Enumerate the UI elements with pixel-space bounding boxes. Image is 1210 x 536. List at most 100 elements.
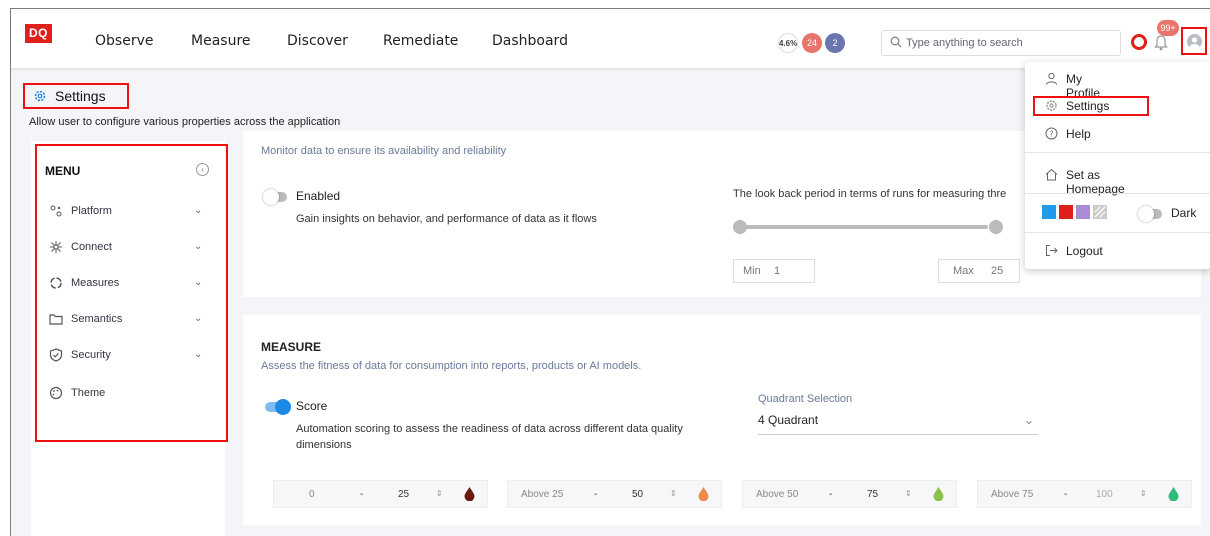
nav-remediate[interactable]: Remediate — [383, 33, 458, 49]
palette-icon — [49, 386, 63, 400]
score-label: Score — [296, 399, 328, 413]
range-low: Above 25 — [521, 489, 564, 500]
drop-icon — [933, 487, 944, 501]
sidebar-item-theme[interactable]: Theme — [49, 384, 214, 404]
gear-icon — [34, 90, 46, 102]
sidebar-item-label: Theme — [71, 387, 106, 399]
menu-divider — [1025, 232, 1210, 233]
sidebar-item-label: Measures — [71, 277, 120, 289]
menu-divider — [1025, 152, 1210, 153]
nav-discover[interactable]: Discover — [287, 33, 348, 49]
settings-menu: MENU ‹ Platform ⌄ Connect ⌄ Measures ⌄ S… — [35, 144, 228, 442]
chevron-down-icon: ⌄ — [194, 313, 203, 324]
sidebar-item-connect[interactable]: Connect ⌄ — [49, 238, 214, 258]
user-icon — [1189, 37, 1200, 49]
range-row-3[interactable]: Above 50 - 75 ⇕ — [742, 480, 957, 508]
lookback-slider-max-handle[interactable] — [989, 220, 1003, 234]
drop-icon — [464, 487, 475, 501]
score-percent-chip[interactable]: 4.6% — [778, 33, 798, 53]
stepper-icon[interactable]: ⇕ — [905, 489, 912, 498]
chevron-down-icon: ⌄ — [194, 349, 203, 360]
max-label: Max — [953, 265, 974, 277]
enabled-description: Gain insights on behavior, and performan… — [296, 213, 597, 225]
gear-icon — [1046, 100, 1057, 111]
range-dash: - — [360, 489, 364, 500]
assistant-icon[interactable] — [1131, 34, 1147, 50]
chevron-down-icon: ⌄ — [194, 205, 203, 216]
range-high: 75 — [867, 489, 879, 500]
measure-description: Assess the fitness of data for consumpti… — [261, 360, 642, 372]
range-row-4[interactable]: Above 75 - 100 ⇕ — [977, 480, 1192, 508]
lookback-slider-track[interactable] — [738, 225, 988, 229]
measures-icon — [50, 277, 62, 289]
bell-icon[interactable] — [1154, 33, 1168, 51]
range-low: 0 — [309, 489, 315, 500]
drop-icon — [1168, 487, 1179, 501]
sidebar-item-security[interactable]: Security ⌄ — [49, 346, 214, 366]
theme-swatch-red[interactable] — [1059, 205, 1073, 219]
range-dash: - — [829, 489, 833, 500]
page-subtitle: Allow user to configure various properti… — [29, 116, 341, 128]
page-title-box: Settings — [23, 83, 129, 109]
max-field[interactable]: Max 25 — [938, 259, 1020, 283]
score-toggle[interactable] — [265, 399, 291, 415]
sidebar-item-measures[interactable]: Measures ⌄ — [49, 274, 214, 294]
chevron-down-icon: ⌄ — [194, 241, 203, 252]
dq-logo[interactable]: DQ — [25, 24, 52, 43]
min-label: Min — [743, 265, 761, 277]
range-row-2[interactable]: Above 25 - 50 ⇕ — [507, 480, 722, 508]
svg-text:?: ? — [1049, 130, 1053, 139]
theme-swatch-blue[interactable] — [1042, 205, 1056, 219]
dark-mode-toggle[interactable] — [1138, 206, 1162, 222]
chevron-down-icon: ⌄ — [194, 277, 203, 288]
pattern-icon — [1094, 206, 1106, 218]
min-field[interactable]: Min 1 — [733, 259, 815, 283]
global-search[interactable] — [881, 30, 1121, 56]
user-avatar-button[interactable] — [1181, 27, 1207, 55]
nav-measure[interactable]: Measure — [191, 33, 251, 49]
range-row-1[interactable]: 0 - 25 ⇕ — [273, 480, 488, 508]
search-icon — [890, 36, 902, 48]
nav-observe[interactable]: Observe — [95, 33, 153, 49]
stepper-icon[interactable]: ⇕ — [436, 489, 443, 498]
folder-icon — [49, 314, 63, 325]
measure-panel: MEASURE Assess the fitness of data for c… — [243, 315, 1201, 525]
search-input[interactable] — [906, 34, 1106, 52]
avatar — [1187, 34, 1202, 49]
alert-count-chip[interactable]: 24 — [802, 33, 822, 53]
range-high: 100 — [1096, 489, 1113, 500]
menu-divider — [1025, 193, 1210, 194]
sidebar-item-semantics[interactable]: Semantics ⌄ — [49, 310, 214, 330]
enabled-toggle[interactable] — [263, 189, 287, 205]
sidebar-item-platform[interactable]: Platform ⌄ — [49, 202, 214, 222]
max-value: 25 — [991, 265, 1004, 277]
stepper-icon[interactable]: ⇕ — [1140, 489, 1147, 498]
sidebar-item-label: Platform — [71, 205, 112, 217]
issue-count-chip[interactable]: 2 — [825, 33, 845, 53]
user-menu-dropdown: My Profile Settings ? Help Set as Homepa… — [1025, 62, 1210, 269]
dark-mode-label: Dark — [1171, 206, 1197, 220]
drop-icon — [698, 487, 709, 501]
collapse-menu-button[interactable]: ‹ — [196, 163, 209, 176]
theme-swatch-purple[interactable] — [1076, 205, 1090, 219]
range-low: Above 50 — [756, 489, 799, 500]
nav-dashboard[interactable]: Dashboard — [492, 33, 568, 49]
stepper-icon[interactable]: ⇕ — [670, 489, 677, 498]
observe-description: Monitor data to ensure its availability … — [261, 145, 507, 157]
menu-heading: MENU — [45, 164, 81, 178]
chevron-down-icon: ⌄ — [1023, 413, 1034, 427]
lookback-label: The look back period in terms of runs fo… — [733, 188, 1007, 200]
range-high: 50 — [632, 489, 644, 500]
home-icon — [1045, 168, 1058, 181]
score-description-line2: dimensions — [296, 439, 352, 451]
menu-item-label: Help — [1066, 127, 1091, 141]
lookback-slider-min-handle[interactable] — [733, 220, 747, 234]
enabled-label: Enabled — [296, 189, 341, 203]
theme-swatch-custom[interactable] — [1093, 205, 1107, 219]
quadrant-select[interactable]: 4 Quadrant ⌄ — [758, 413, 1038, 435]
quadrant-label: Quadrant Selection — [758, 393, 853, 405]
menu-item-label: Logout — [1066, 244, 1103, 258]
range-dash: - — [1064, 489, 1068, 500]
menu-item-label: Settings — [1066, 99, 1110, 113]
sidebar-item-label: Connect — [71, 241, 112, 253]
